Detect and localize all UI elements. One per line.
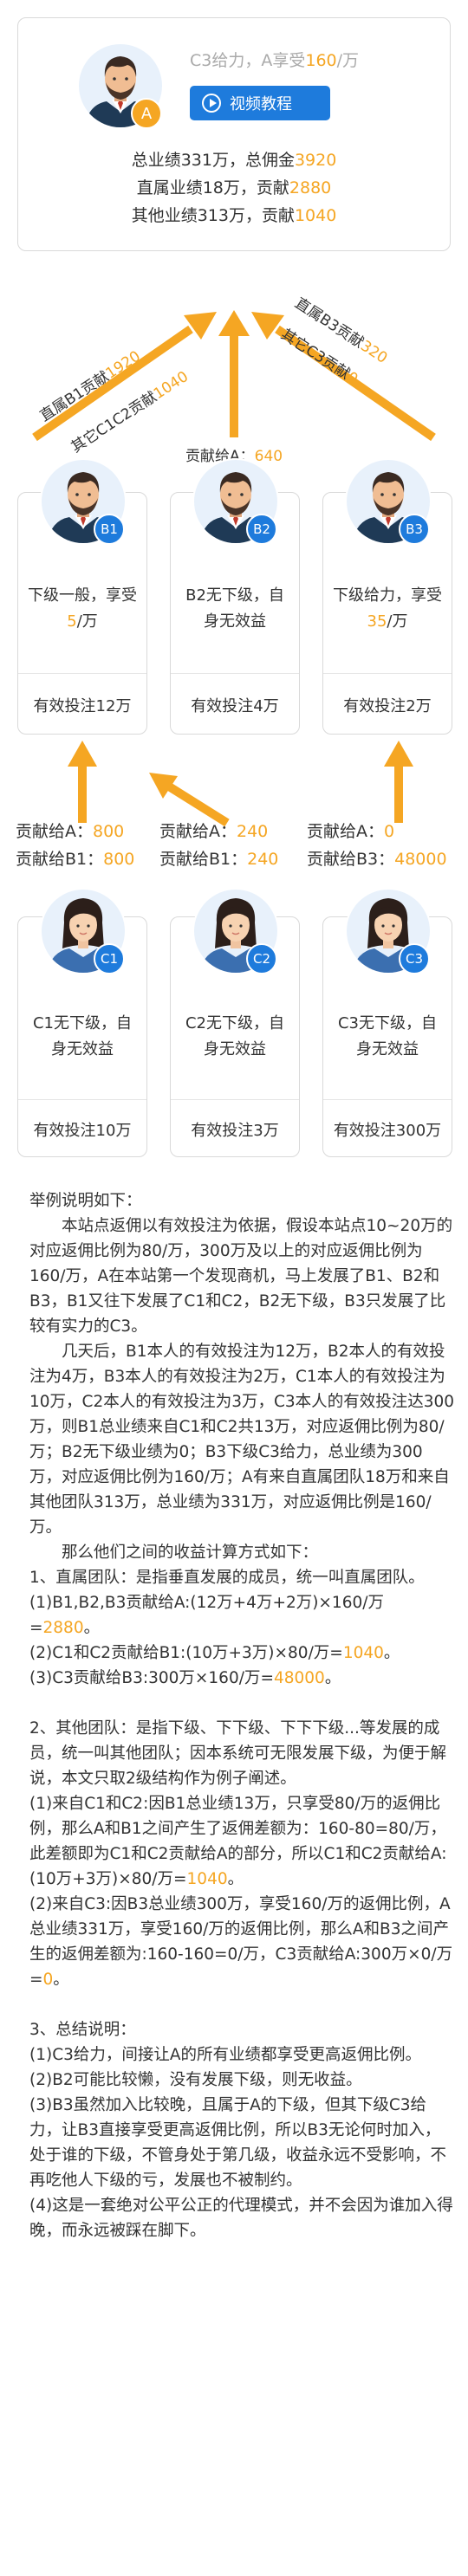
stat-total: 总业绩331万，总佣金3920 — [131, 151, 337, 170]
member-card-c1: C1 C1无下级，自身无效益 有效投注10万 — [17, 888, 147, 1157]
member-desc: 下级给力，享受35/万 — [333, 586, 442, 631]
contrib-c1-to-a: 贡献给A：800 — [16, 822, 125, 841]
member-desc: B2无下级，自身无效益 — [185, 586, 284, 631]
avatar: B2 — [192, 458, 279, 545]
divider — [171, 673, 299, 674]
member-stake: 有效投注10万 — [33, 1122, 132, 1140]
video-tutorial-button[interactable]: 视频教程 — [190, 86, 330, 120]
member-desc: 下级一般，享受5/万 — [28, 586, 137, 631]
avatar: C3 — [345, 888, 432, 974]
play-icon — [202, 94, 221, 113]
summary-line: (1)C3给力，间接让A的所有业绩都享受更高返佣比例。 — [29, 2046, 422, 2064]
summary-line: (2)B2可能比较懒，没有发展下级，则无收益。 — [29, 2071, 362, 2089]
section-title: 1、直属团队：是指垂直发展的成员，统一叫直属团队。 — [29, 1569, 425, 1587]
level-badge: B2 — [246, 514, 277, 545]
member-stake: 有效投注3万 — [191, 1122, 279, 1140]
summary-card: A C3给力，A享受160/万 视频教程 总业绩331万，总佣金3920 直属业… — [17, 17, 451, 251]
calc-line: (3)C3贡献给B3:300万×160/万=48000。 — [29, 1669, 341, 1687]
level-badge: C2 — [246, 943, 277, 974]
level-badge: C1 — [94, 943, 125, 974]
section-title: 3、总结说明： — [29, 2021, 136, 2039]
article-paragraph: 本站点返佣以有效投注为依据，假设本站点10~20万的对应返佣比例为80/万，30… — [29, 1217, 453, 1336]
contrib-c2-to-b1: 贡献给B1：240 — [159, 850, 279, 869]
member-desc: C2无下级，自身无效益 — [185, 1014, 285, 1058]
member-stake: 有效投注300万 — [333, 1122, 442, 1140]
level-badge: C3 — [399, 943, 430, 974]
member-card-b1: B1 下级一般，享受5/万 有效投注12万 — [17, 458, 147, 735]
avatar: B3 — [345, 458, 432, 545]
divider — [18, 673, 146, 674]
member-desc: C1无下级，自身无效益 — [32, 1014, 133, 1058]
avatar: C2 — [192, 888, 279, 974]
article-title: 举例说明如下： — [29, 1192, 142, 1210]
article-paragraph: 几天后，B1本人的有效投注为12万，B2本人的有效投注为4万，B3本人的有效投注… — [29, 1343, 454, 1537]
article-paragraph: 那么他们之间的收益计算方式如下： — [62, 1544, 319, 1562]
divider — [323, 673, 452, 674]
contrib-c1-to-b1: 贡献给B1：800 — [16, 850, 135, 869]
member-desc: C3无下级，自身无效益 — [337, 1014, 438, 1058]
contrib-c3-to-a: 贡献给A：0 — [307, 822, 395, 841]
member-stake: 有效投注2万 — [343, 697, 432, 715]
calc-line: (2)C1和C2贡献给B1:(10万+3万)×80/万=1040。 — [29, 1644, 400, 1662]
summary-line: (4)这是一套绝对公平公正的代理模式，并不会因为谁加入得晚，而永远被踩在脚下。 — [29, 2197, 453, 2240]
member-card-b2: B2 B2无下级，自身无效益 有效投注4万 — [170, 458, 300, 735]
divider — [323, 1099, 452, 1100]
summary-line: (3)B3虽然加入比较晚，且属于A的下级，但其下级C3给力，让B3直接享受更高返… — [29, 2096, 447, 2190]
benefit-line: C3给力，A享受160/万 — [190, 51, 360, 70]
stat-direct: 直属业绩18万，贡献2880 — [136, 178, 332, 197]
member-stake: 有效投注4万 — [191, 697, 279, 715]
contrib-c3-to-b3: 贡献给B3：48000 — [307, 850, 447, 869]
calc-line: (2)来自C3:因B3总业绩300万，享受160/万的返佣比例，A总业绩331万… — [29, 1895, 453, 1989]
level-badge: B1 — [94, 514, 125, 545]
member-stake: 有效投注12万 — [33, 697, 132, 715]
avatar: A — [77, 42, 164, 129]
stats-block: 总业绩331万，总佣金3920 直属业绩18万，贡献2880 其他业绩313万，… — [18, 146, 450, 230]
member-card-b3: B3 下级给力，享受35/万 有效投注2万 — [322, 458, 452, 735]
divider — [171, 1099, 299, 1100]
explanation-article: 举例说明如下： 本站点返佣以有效投注为依据，假设本站点10~20万的对应返佣比例… — [29, 1188, 454, 2243]
member-card-c2: C2 C2无下级，自身无效益 有效投注3万 — [170, 888, 300, 1157]
contrib-c2-to-a: 贡献给A：240 — [159, 822, 269, 841]
section-title: 2、其他团队：是指下级、下下级、下下下级...等发展的成员，统一叫其他团队；因本… — [29, 1719, 447, 1788]
level-badge: A — [131, 98, 162, 129]
calc-line: (1)B1,B2,B3贡献给A:(12万+4万+2万)×160/万=2880。 — [29, 1594, 384, 1637]
level-badge: B3 — [399, 514, 430, 545]
stat-other: 其他业绩313万，贡献1040 — [131, 206, 337, 225]
avatar: C1 — [40, 888, 127, 974]
calc-line: (1)来自C1和C2:因B1总业绩13万，只享受80/万的返佣比例，那么A和B1… — [29, 1795, 447, 1888]
avatar: B1 — [40, 458, 127, 545]
divider — [18, 1099, 146, 1100]
member-card-c3: C3 C3无下级，自身无效益 有效投注300万 — [322, 888, 452, 1157]
